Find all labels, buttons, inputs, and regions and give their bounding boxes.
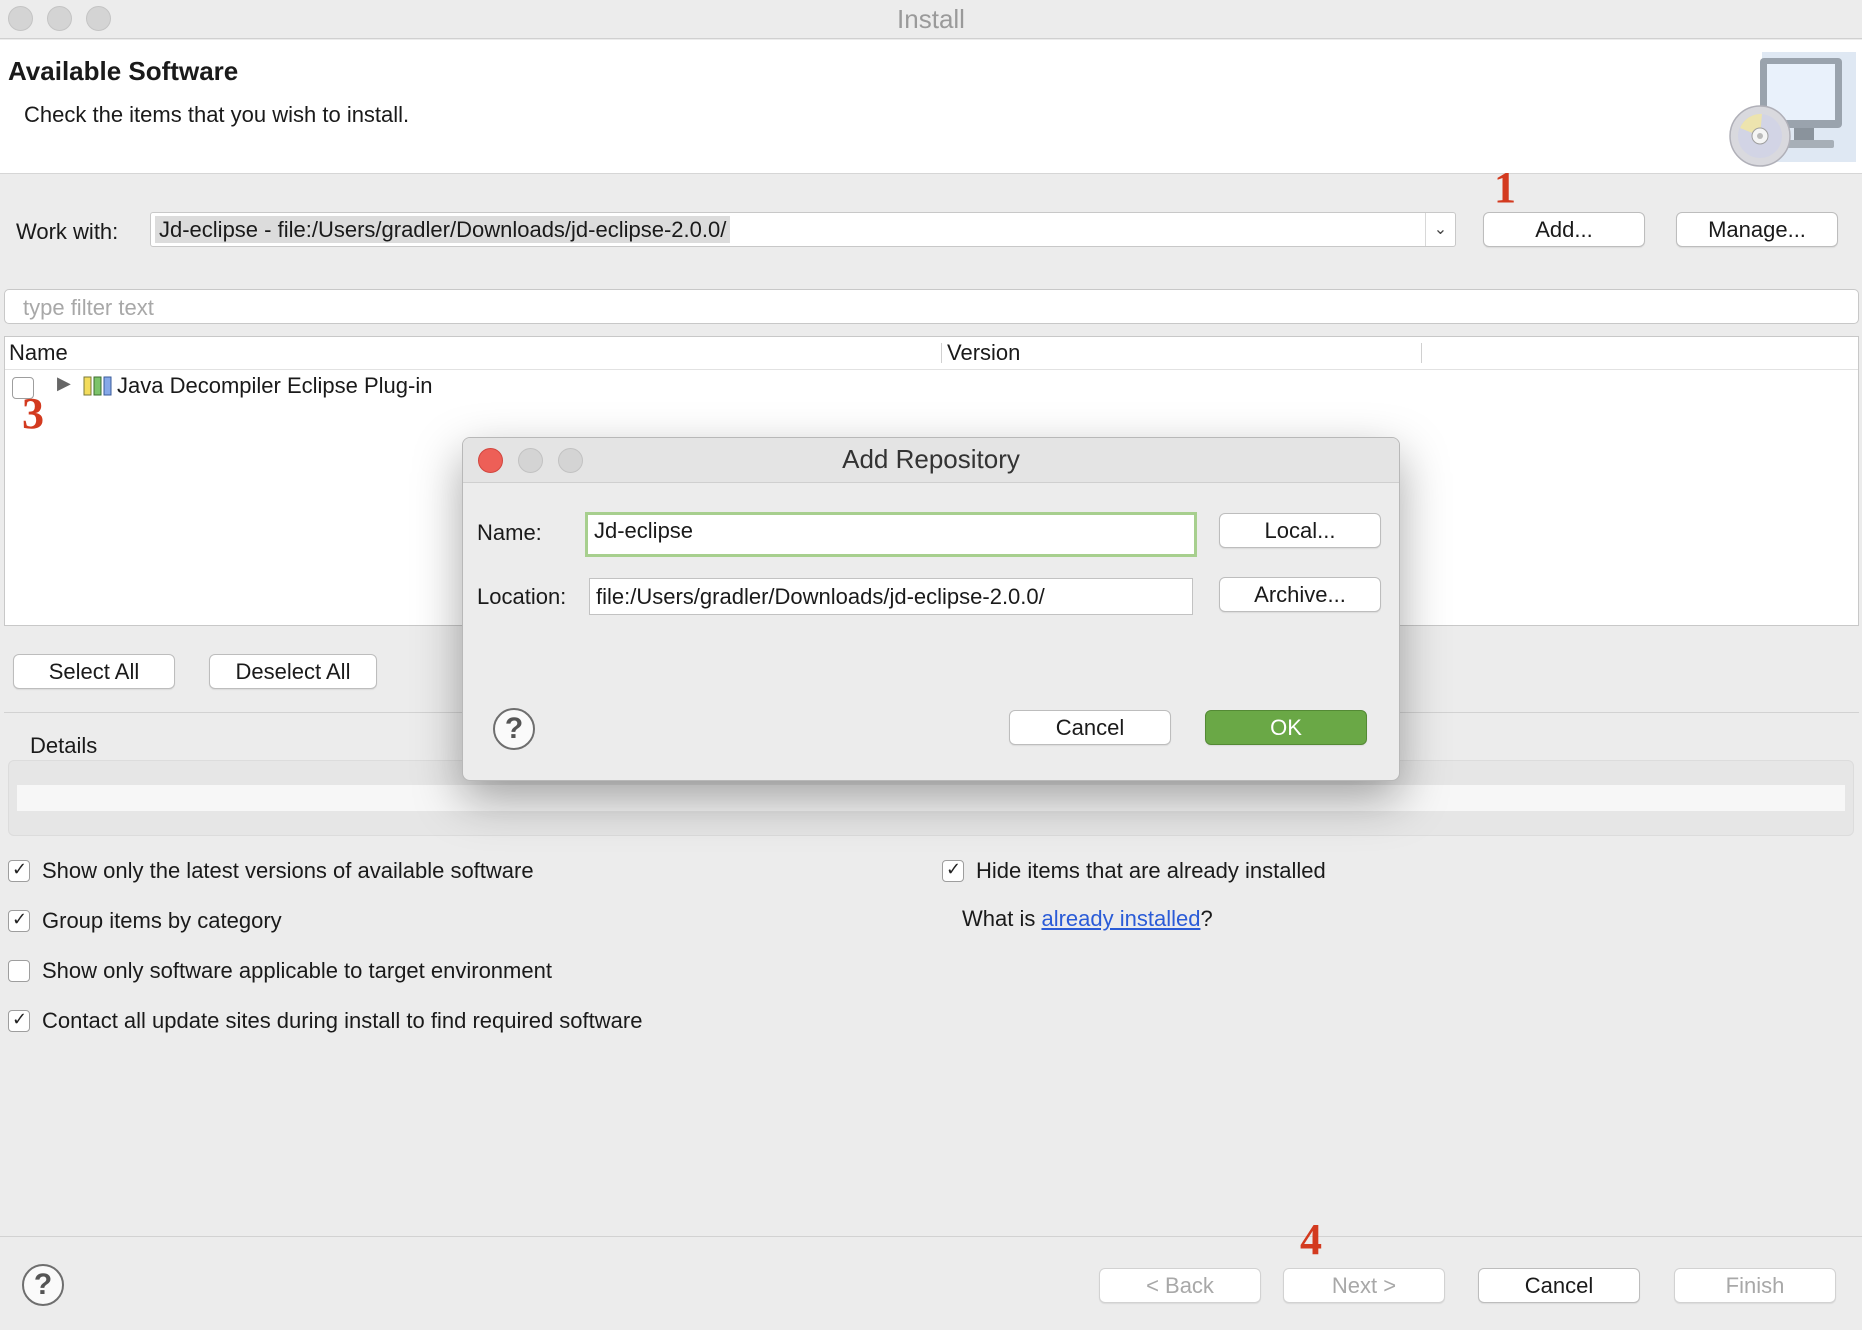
already-installed-link[interactable]: already installed — [1041, 906, 1200, 931]
checkbox-contact-update-sites[interactable] — [8, 1009, 30, 1032]
archive-button[interactable]: Archive... — [1219, 577, 1381, 612]
option-label: Contact all update sites during install … — [42, 1008, 643, 1033]
annotation-marker-4: 4 — [1300, 1215, 1322, 1264]
filter-placeholder: type filter text — [23, 295, 154, 320]
column-header-version[interactable]: Version — [947, 337, 1020, 369]
name-label: Name: — [477, 520, 542, 545]
column-header-name[interactable]: Name — [9, 337, 68, 369]
page-subtitle: Check the items that you wish to install… — [24, 102, 410, 127]
work-with-value: Jd-eclipse - file:/Users/gradler/Downloa… — [155, 216, 731, 243]
add-site-button[interactable]: Add... — [1483, 212, 1645, 247]
page-header: Available Software Check the items that … — [0, 40, 1862, 174]
checkbox-group-by-category[interactable] — [8, 909, 30, 932]
select-all-button[interactable]: Select All — [13, 654, 175, 689]
option-label: Hide items that are already installed — [976, 858, 1326, 883]
next-button[interactable]: Next > — [1283, 1268, 1445, 1303]
cancel-button[interactable]: Cancel — [1478, 1268, 1640, 1303]
column-separator — [941, 343, 942, 363]
expand-arrow-icon[interactable]: ▶ — [57, 373, 71, 394]
checkbox-hide-installed[interactable] — [942, 859, 964, 882]
deselect-all-button[interactable]: Deselect All — [209, 654, 377, 689]
what-is-suffix: ? — [1200, 906, 1213, 931]
checkbox-target-environment[interactable] — [8, 960, 30, 982]
footer-divider — [0, 1236, 1862, 1237]
dialog-ok-button[interactable]: OK — [1205, 710, 1367, 745]
back-button[interactable]: < Back — [1099, 1268, 1261, 1303]
filter-input[interactable]: type filter text — [4, 289, 1859, 324]
work-with-combo[interactable]: Jd-eclipse - file:/Users/gradler/Downloa… — [150, 212, 1456, 247]
column-separator — [1421, 343, 1422, 363]
location-label: Location: — [477, 584, 567, 609]
details-text-area — [17, 785, 1845, 811]
checkbox-latest-versions[interactable] — [8, 859, 30, 882]
finish-button[interactable]: Finish — [1674, 1268, 1836, 1303]
dialog-cancel-button[interactable]: Cancel — [1009, 710, 1171, 745]
dialog-title: Add Repository — [842, 444, 1020, 474]
dialog-help-icon[interactable]: ? — [493, 708, 535, 750]
page-title: Available Software — [8, 56, 239, 86]
feature-group-icon — [83, 376, 112, 396]
table-row[interactable]: ▶ Java Decompiler Eclipse Plug-in — [5, 370, 1858, 404]
manage-sites-button[interactable]: Manage... — [1676, 212, 1838, 247]
what-is-installed-text: What is already installed? — [962, 906, 1213, 932]
option-label: Show only the latest versions of availab… — [42, 858, 534, 883]
annotation-marker-3: 3 — [22, 389, 44, 438]
window-titlebar: Install — [0, 0, 1862, 39]
option-label: Group items by category — [42, 908, 282, 933]
chevron-down-icon[interactable]: ⌄ — [1425, 213, 1455, 246]
add-repository-dialog: Add Repository Name: Jd-eclipse Local...… — [462, 437, 1400, 781]
dialog-titlebar: Add Repository — [463, 438, 1399, 483]
location-field[interactable]: file:/Users/gradler/Downloads/jd-eclipse… — [589, 578, 1193, 615]
work-with-label: Work with: — [16, 219, 119, 244]
local-button[interactable]: Local... — [1219, 513, 1381, 548]
details-label: Details — [30, 733, 98, 758]
help-icon[interactable]: ? — [22, 1264, 64, 1306]
annotation-marker-1: 1 — [1494, 163, 1516, 212]
what-is-prefix: What is — [962, 906, 1042, 931]
install-software-icon — [1729, 52, 1856, 167]
row-name: Java Decompiler Eclipse Plug-in — [117, 373, 433, 398]
name-field[interactable]: Jd-eclipse — [585, 512, 1197, 557]
window-title: Install — [897, 4, 965, 34]
option-label: Show only software applicable to target … — [42, 958, 552, 983]
